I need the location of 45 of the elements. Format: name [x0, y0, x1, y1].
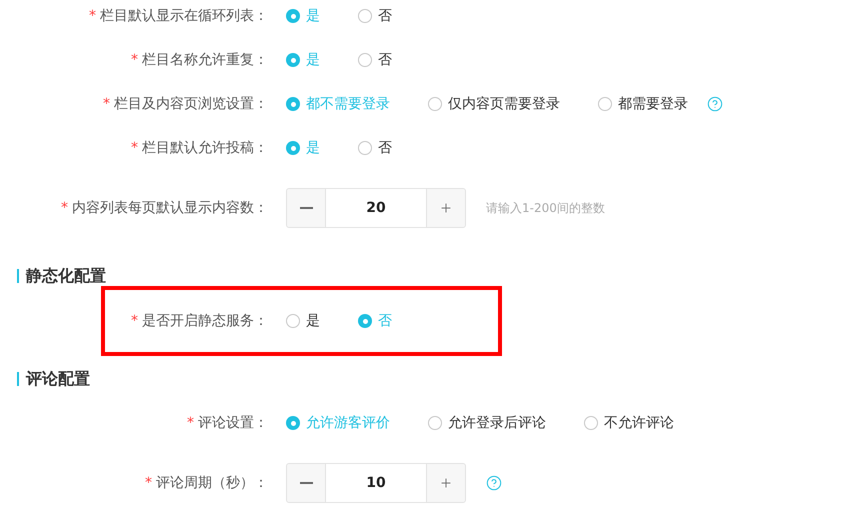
radio-option[interactable]: 不允许评论 — [584, 412, 674, 434]
number-field[interactable]: 20 — [326, 188, 426, 228]
minus-icon — [300, 207, 312, 209]
radio-checked-icon — [286, 53, 300, 67]
help-icon[interactable] — [707, 96, 723, 112]
radio-option[interactable]: 仅内容页需要登录 — [428, 94, 560, 114]
radio-option[interactable]: 否 — [358, 6, 392, 26]
radio-unchecked-icon — [428, 97, 442, 111]
field-label: * 栏目默认允许投稿： — [131, 138, 268, 158]
radio-unchecked-icon — [286, 314, 300, 328]
radio-checked-icon — [286, 97, 300, 111]
section-heading: 静态化配置 — [26, 265, 106, 287]
increment-button[interactable] — [426, 188, 466, 228]
field-label: * 栏目及内容页浏览设置： — [103, 94, 268, 114]
radio-option[interactable]: 否 — [358, 50, 392, 70]
minus-icon — [300, 482, 312, 484]
decrement-button[interactable] — [286, 463, 326, 503]
radio-unchecked-icon — [584, 416, 598, 430]
field-label: * 是否开启静态服务： — [131, 312, 268, 330]
radio-checked-icon — [286, 9, 300, 23]
field-label: * 内容列表每页默认显示内容数： — [61, 198, 268, 218]
radio-unchecked-icon — [358, 9, 372, 23]
number-field[interactable]: 10 — [326, 463, 426, 503]
hint-text: 请输入1-200间的整数 — [486, 200, 605, 217]
help-icon[interactable] — [486, 475, 502, 491]
increment-button[interactable] — [426, 463, 466, 503]
field-label: * 栏目默认显示在循环列表： — [89, 6, 268, 26]
radio-unchecked-icon — [428, 416, 442, 430]
plus-icon — [439, 201, 453, 215]
radio-checked-icon — [286, 416, 300, 430]
decrement-button[interactable] — [286, 188, 326, 228]
radio-option[interactable]: 否 — [358, 138, 392, 158]
radio-option[interactable]: 允许登录后评论 — [428, 412, 546, 434]
radio-option[interactable]: 是 — [286, 310, 320, 332]
radio-option[interactable]: 都需要登录 — [598, 94, 688, 114]
radio-checked-icon — [358, 314, 372, 328]
plus-icon — [439, 476, 453, 490]
field-label: * 评论周期（秒）： — [145, 474, 268, 492]
section-heading: 评论配置 — [26, 368, 90, 390]
radio-unchecked-icon — [598, 97, 612, 111]
radio-unchecked-icon — [358, 53, 372, 67]
radio-checked-icon — [286, 141, 300, 155]
field-label: * 栏目名称允许重复： — [131, 50, 268, 70]
radio-unchecked-icon — [358, 141, 372, 155]
field-label: * 评论设置： — [187, 414, 268, 432]
